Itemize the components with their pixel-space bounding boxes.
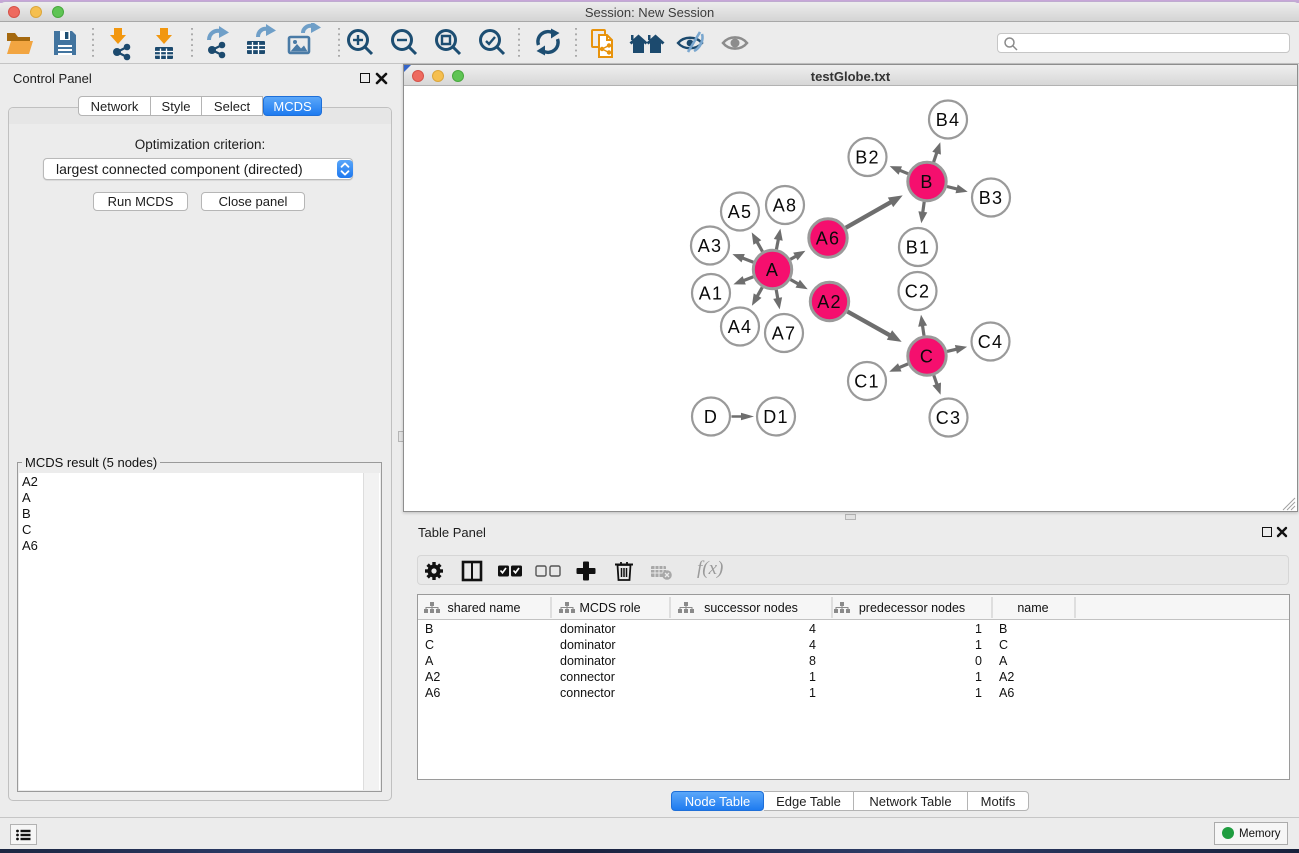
svg-text:A7: A7 xyxy=(772,324,796,344)
svg-text:B1: B1 xyxy=(906,238,930,258)
svg-text:successor nodes: successor nodes xyxy=(704,601,798,615)
svg-text:A6: A6 xyxy=(816,229,840,249)
svg-text:D1: D1 xyxy=(763,407,788,427)
svg-text:A8: A8 xyxy=(773,196,797,216)
svg-text:C: C xyxy=(920,347,934,367)
svg-text:C3: C3 xyxy=(936,408,961,428)
svg-text:A1: A1 xyxy=(699,284,723,304)
svg-text:A4: A4 xyxy=(728,317,752,337)
svg-text:B4: B4 xyxy=(936,110,960,130)
svg-text:D: D xyxy=(704,407,718,427)
svg-text:predecessor nodes: predecessor nodes xyxy=(859,601,965,615)
svg-text:A: A xyxy=(766,260,779,280)
svg-text:A5: A5 xyxy=(728,202,752,222)
svg-text:B3: B3 xyxy=(979,188,1003,208)
svg-text:C2: C2 xyxy=(905,282,930,302)
svg-text:A2: A2 xyxy=(817,292,841,312)
svg-text:C4: C4 xyxy=(978,332,1003,352)
svg-text:MCDS role: MCDS role xyxy=(579,601,640,615)
svg-text:name: name xyxy=(1017,601,1048,615)
svg-text:B2: B2 xyxy=(855,148,879,168)
svg-text:A3: A3 xyxy=(698,236,722,256)
svg-text:C1: C1 xyxy=(854,372,879,392)
svg-text:shared name: shared name xyxy=(448,601,521,615)
svg-text:B: B xyxy=(920,172,933,192)
